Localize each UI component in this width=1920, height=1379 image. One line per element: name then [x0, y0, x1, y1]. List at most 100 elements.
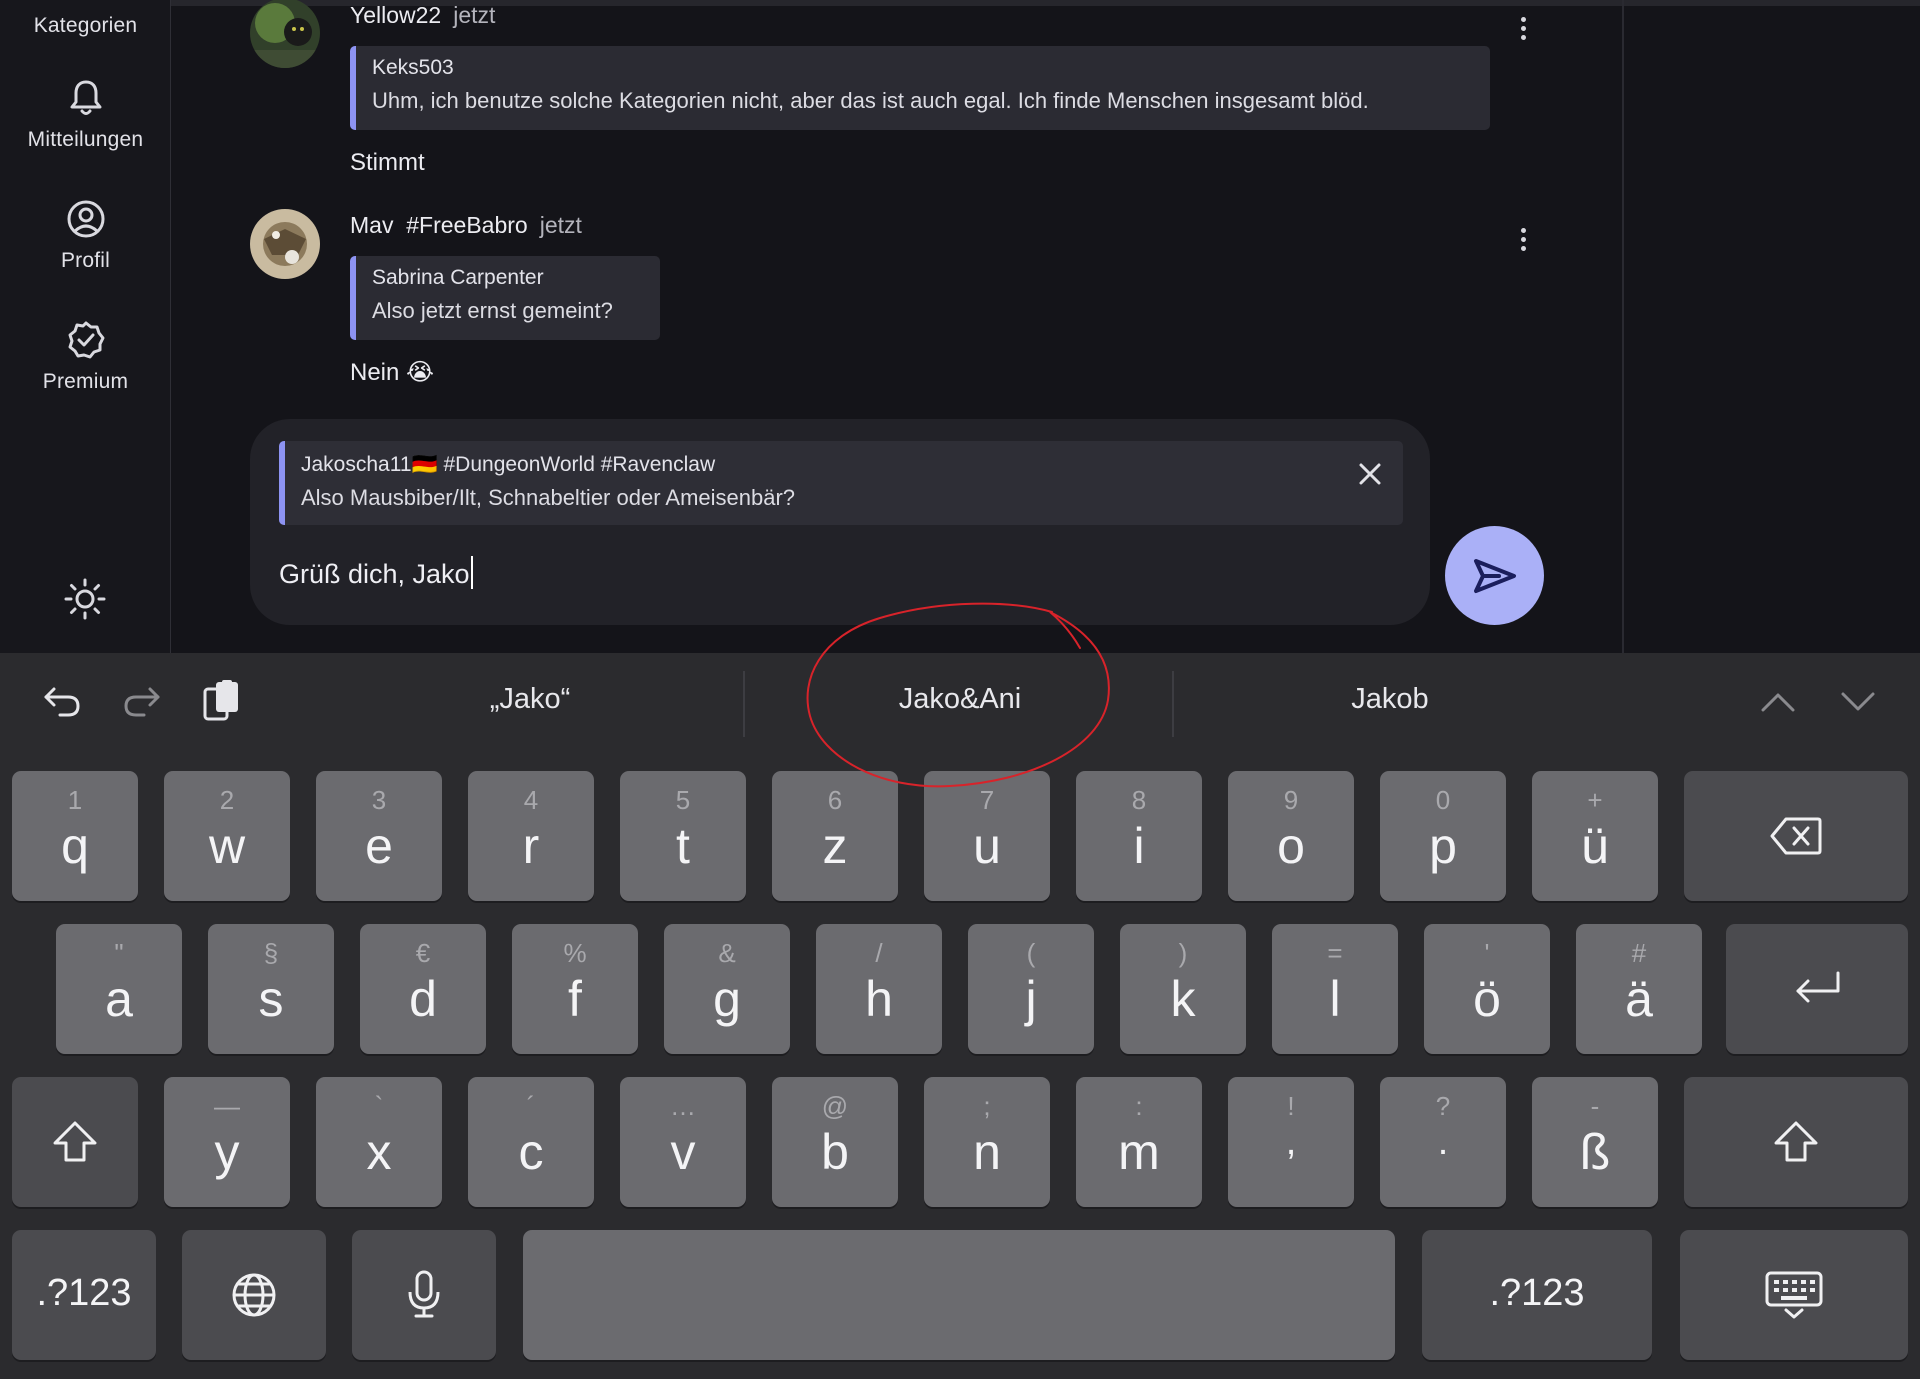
- key-w[interactable]: 2w: [164, 771, 290, 901]
- return-icon: [1796, 971, 1840, 1003]
- sidebar-item-mitteilungen[interactable]: Mitteilungen: [0, 78, 171, 152]
- sidebar-item-label: Mitteilungen: [27, 128, 144, 151]
- profile-icon: [67, 200, 104, 238]
- message-author[interactable]: Yellow22: [350, 2, 441, 28]
- suggestion-bar: „Jako“ Jako&Ani Jakob: [0, 653, 1920, 753]
- key-primary-label: ä: [1625, 971, 1653, 1027]
- key-ß[interactable]: -ß: [1532, 1077, 1658, 1207]
- shift-icon: [53, 1121, 97, 1162]
- key-k[interactable]: ) k: [1120, 924, 1246, 1054]
- key-x[interactable]: ` x: [316, 1077, 442, 1207]
- close-icon[interactable]: [1355, 459, 1385, 489]
- symbols-key-right[interactable]: .?123: [1422, 1230, 1652, 1360]
- key-secondary-label: 4: [523, 785, 539, 815]
- key-ä[interactable]: # ä: [1576, 924, 1702, 1054]
- hide-keyboard-key[interactable]: [1680, 1230, 1908, 1360]
- key-primary-label: ß: [1579, 1124, 1611, 1180]
- globe-key[interactable]: [182, 1230, 326, 1360]
- key-secondary-label: #: [1631, 938, 1647, 968]
- key-v[interactable]: … v: [620, 1077, 746, 1207]
- key-t[interactable]: 5t: [620, 771, 746, 901]
- chevron-down-icon[interactable]: [1840, 691, 1876, 713]
- key-h[interactable]: / h: [816, 924, 942, 1054]
- sidebar-item-premium[interactable]: Premium: [0, 320, 171, 394]
- key-y[interactable]: — y: [164, 1077, 290, 1207]
- key-j[interactable]: (j: [968, 924, 1094, 1054]
- sun-icon[interactable]: [64, 578, 106, 620]
- key-secondary-label: +: [1587, 785, 1603, 815]
- key-a[interactable]: " a: [56, 924, 182, 1054]
- quoted-message[interactable]: Keks503 Uhm, ich benutze solche Kategori…: [350, 46, 1490, 130]
- key-secondary-label: :: [1135, 1091, 1143, 1121]
- key-ü[interactable]: + ü: [1532, 771, 1658, 901]
- space-key[interactable]: [523, 1230, 1395, 1360]
- key-p[interactable]: 0p: [1380, 771, 1506, 901]
- key-q[interactable]: 1q: [12, 771, 138, 901]
- sidebar-item-kategorien[interactable]: Kategorien: [0, 14, 171, 38]
- key-secondary-label: -: [1590, 1091, 1600, 1121]
- key-u[interactable]: 7u: [924, 771, 1050, 901]
- key-primary-label: z: [822, 818, 848, 874]
- more-options-icon[interactable]: [1518, 228, 1528, 254]
- key-primary-label: b: [821, 1124, 849, 1180]
- microphone-key[interactable]: [352, 1230, 496, 1360]
- enter-key[interactable]: [1726, 924, 1908, 1054]
- key-f[interactable]: % f: [512, 924, 638, 1054]
- message-header: Yellow22 jetzt: [350, 2, 495, 29]
- key-o[interactable]: 9o: [1228, 771, 1354, 901]
- undo-icon[interactable]: [42, 681, 82, 721]
- key-g[interactable]: & g: [664, 924, 790, 1054]
- key-b[interactable]: @ b: [772, 1077, 898, 1207]
- shift-key-right[interactable]: [1684, 1077, 1908, 1207]
- key-s[interactable]: § s: [208, 924, 334, 1054]
- message-author[interactable]: Mav #FreeBabro: [350, 212, 528, 238]
- more-options-icon[interactable]: [1518, 17, 1528, 43]
- key-r[interactable]: 4r: [468, 771, 594, 901]
- send-button[interactable]: [1445, 526, 1544, 625]
- key-primary-label: y: [214, 1124, 240, 1180]
- key-d[interactable]: € d: [360, 924, 486, 1054]
- key-i[interactable]: 8i: [1076, 771, 1202, 901]
- microphone-icon: [408, 1270, 440, 1318]
- content-right-border: [1622, 0, 1624, 653]
- key-primary-label: e: [365, 818, 393, 874]
- chevron-up-icon[interactable]: [1760, 691, 1796, 713]
- symbols-key-left[interactable]: .?123: [12, 1230, 156, 1360]
- backspace-key[interactable]: [1684, 771, 1908, 901]
- suggestion-3[interactable]: Jakob: [1180, 683, 1600, 716]
- key-primary-label: t: [676, 818, 690, 874]
- key-label: .?123: [36, 1272, 132, 1314]
- suggestion-2[interactable]: Jako&Ani: [750, 683, 1170, 716]
- key-l[interactable]: = l: [1272, 924, 1398, 1054]
- key-primary-label: r: [522, 818, 540, 874]
- onscreen-keyboard: „Jako“ Jako&Ani Jakob 1q2w3e4r5t6z7u8i9o…: [0, 653, 1920, 1379]
- key-secondary-label: ': [1484, 938, 1490, 968]
- key-z[interactable]: 6z: [772, 771, 898, 901]
- shift-key-left[interactable]: [12, 1077, 138, 1207]
- key-period[interactable]: ?.: [1380, 1077, 1506, 1207]
- key-ö[interactable]: ' ö: [1424, 924, 1550, 1054]
- quote-text: Also jetzt ernst gemeint?: [372, 298, 613, 323]
- premium-badge-icon: [68, 321, 104, 359]
- sidebar-item-profil[interactable]: Profil: [0, 199, 171, 273]
- quoted-message[interactable]: Sabrina Carpenter Also jetzt ernst gemei…: [350, 256, 660, 340]
- key-n[interactable]: ; n: [924, 1077, 1050, 1207]
- key-primary-label: f: [568, 971, 582, 1027]
- key-secondary-label: 7: [979, 785, 995, 815]
- avatar[interactable]: [250, 0, 320, 68]
- key-primary-label: u: [973, 818, 1001, 874]
- key-m[interactable]: :m: [1076, 1077, 1202, 1207]
- redo-icon[interactable]: [122, 681, 162, 721]
- suggestion-1[interactable]: „Jako“: [320, 683, 740, 716]
- key-comma[interactable]: !,: [1228, 1077, 1354, 1207]
- key-e[interactable]: 3e: [316, 771, 442, 901]
- message-input[interactable]: Grüß dich, Jako: [279, 556, 473, 590]
- bell-icon: [70, 80, 101, 115]
- avatar[interactable]: [250, 209, 320, 279]
- reply-text: Also Mausbiber/Ilt, Schnabeltier oder Am…: [301, 485, 796, 510]
- key-primary-label: o: [1277, 818, 1305, 874]
- sidebar-item-label: Kategorien: [33, 14, 138, 37]
- clipboard-icon[interactable]: [203, 679, 241, 723]
- key-c[interactable]: ´ c: [468, 1077, 594, 1207]
- key-secondary-label: (: [1026, 938, 1036, 968]
